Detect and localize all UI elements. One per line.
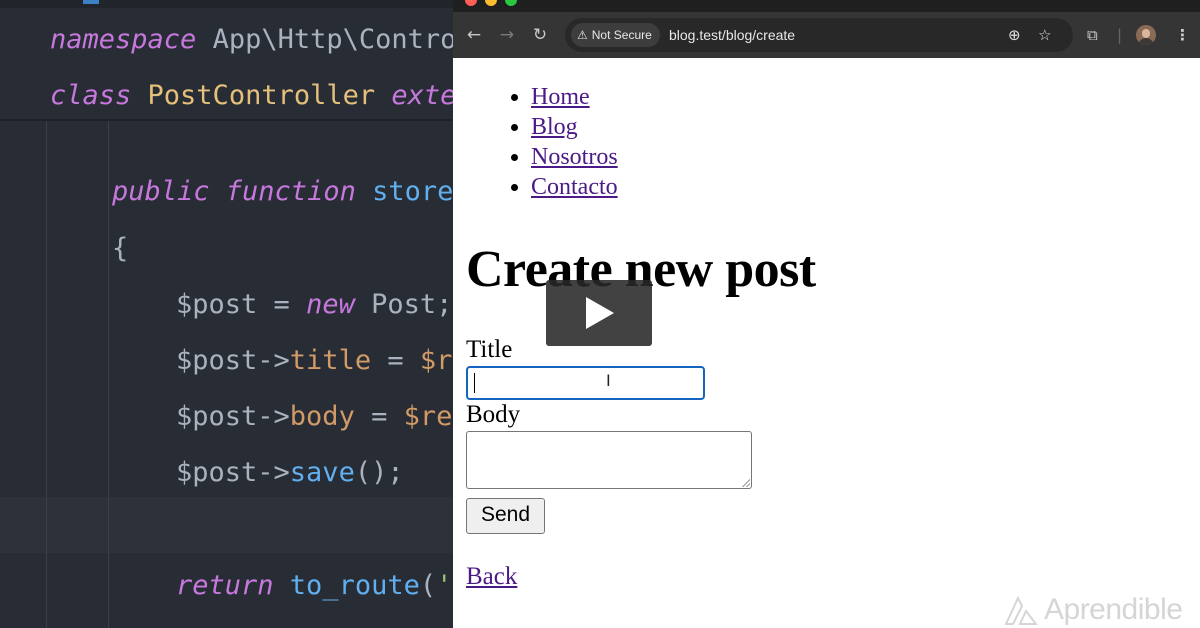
code-variable: $re — [419, 345, 455, 376]
code-text: App\Http\Control — [196, 24, 455, 55]
star-icon[interactable]: ☆ — [1038, 18, 1051, 52]
code-text: (); — [354, 457, 404, 488]
toolbar-divider: | — [1117, 26, 1123, 44]
play-icon — [586, 297, 614, 329]
avatar-icon[interactable] — [1136, 25, 1156, 45]
security-label: Not Secure — [591, 28, 652, 42]
code-variable: $post — [176, 401, 258, 432]
body-textarea[interactable] — [466, 431, 752, 489]
code-variable: $post — [176, 457, 258, 488]
code-property: title — [289, 345, 372, 376]
code-punct: ( — [419, 570, 437, 601]
indent-guide — [46, 121, 47, 628]
nav-link-home[interactable]: Home — [531, 84, 590, 110]
nav-item-home: Home — [531, 82, 618, 112]
code-variable: $post — [176, 345, 258, 376]
url-text[interactable]: blog.test/blog/create — [669, 18, 795, 52]
nav-link-contacto[interactable]: Contacto — [531, 174, 618, 200]
code-line[interactable]: $post = new Post; — [176, 289, 452, 321]
active-tab-indicator — [83, 0, 99, 4]
code-keyword: new — [306, 289, 355, 320]
code-operator: -> — [257, 457, 290, 488]
nav-link-blog[interactable]: Blog — [531, 114, 578, 140]
editor-sticky-divider — [0, 119, 455, 121]
arrow-right-icon[interactable]: → — [494, 22, 520, 48]
ibeam-cursor-icon: I — [606, 371, 611, 390]
code-text: Post; — [354, 289, 453, 320]
resize-grip-icon[interactable] — [742, 479, 750, 487]
nav-item-contacto: Contacto — [531, 172, 618, 202]
aprendible-logo-icon — [1004, 595, 1038, 625]
address-bar[interactable]: ⚠ Not Secure blog.test/blog/create ⊕ ☆ — [565, 18, 1073, 52]
code-operator: -> — [257, 345, 290, 376]
code-class-name: PostController — [131, 80, 392, 111]
code-line[interactable]: class PostController exter — [50, 80, 455, 112]
code-keyword: namespace — [50, 24, 197, 55]
puzzle-icon[interactable]: ⧉ — [1087, 22, 1098, 48]
code-operator: -> — [257, 401, 290, 432]
code-line[interactable]: return to_route('p — [176, 570, 455, 602]
kebab-menu-icon[interactable]: ⋮ — [1175, 22, 1190, 48]
title-input[interactable]: I — [466, 366, 705, 400]
code-operator: = — [371, 345, 420, 376]
tab-strip — [453, 0, 1200, 12]
code-line[interactable]: $post->body = $rec — [176, 401, 455, 433]
reload-icon[interactable]: ↻ — [527, 22, 553, 48]
code-variable: $post — [176, 289, 258, 320]
text-caret — [474, 373, 475, 393]
code-line[interactable]: $post->title = $re — [176, 345, 455, 377]
watermark-text: Aprendible — [1044, 593, 1183, 626]
title-label: Title — [466, 336, 513, 363]
avatar-face — [1142, 29, 1150, 38]
close-window-button[interactable] — [465, 0, 477, 6]
minimize-window-button[interactable] — [485, 0, 497, 6]
back-link[interactable]: Back — [466, 562, 517, 592]
editor-tab-bar — [0, 0, 455, 8]
avatar-body — [1138, 38, 1154, 45]
code-operator: = — [257, 289, 307, 320]
play-button[interactable] — [546, 280, 652, 346]
code-keyword: class — [50, 80, 132, 111]
security-chip[interactable]: ⚠ Not Secure — [571, 23, 660, 47]
code-keyword: return — [176, 570, 274, 601]
browser-toolbar: ← → ↻ ⚠ Not Secure blog.test/blog/create … — [453, 12, 1200, 58]
indent-guide — [108, 121, 109, 628]
code-line[interactable]: namespace App\Http\Control — [50, 24, 455, 56]
warning-icon: ⚠ — [577, 28, 588, 42]
code-function: store — [355, 176, 454, 207]
arrow-left-icon[interactable]: ← — [461, 22, 487, 48]
code-brace: { — [112, 233, 129, 264]
zoom-icon[interactable]: ⊕ — [1008, 18, 1021, 52]
current-line-highlight — [0, 497, 455, 553]
code-keyword: public function — [112, 176, 356, 207]
code-line[interactable]: public function store( — [112, 176, 455, 208]
maximize-window-button[interactable] — [505, 0, 517, 6]
code-property: body — [289, 401, 355, 432]
send-button[interactable]: Send — [466, 498, 545, 534]
code-function: save — [289, 457, 355, 488]
site-nav: Home Blog Nosotros Contacto — [505, 82, 618, 202]
code-editor[interactable]: namespace App\Http\Control class PostCon… — [0, 0, 455, 628]
code-line[interactable]: $post->save(); — [176, 457, 404, 489]
nav-item-nosotros: Nosotros — [531, 142, 618, 172]
nav-link-nosotros[interactable]: Nosotros — [531, 144, 618, 170]
code-variable: $rec — [403, 401, 455, 432]
code-keyword: exter — [391, 80, 455, 111]
code-function: to_route — [273, 570, 420, 601]
code-line[interactable]: { — [112, 233, 128, 265]
nav-item-blog: Blog — [531, 112, 618, 142]
body-label: Body — [466, 401, 521, 428]
code-operator: = — [354, 401, 404, 432]
